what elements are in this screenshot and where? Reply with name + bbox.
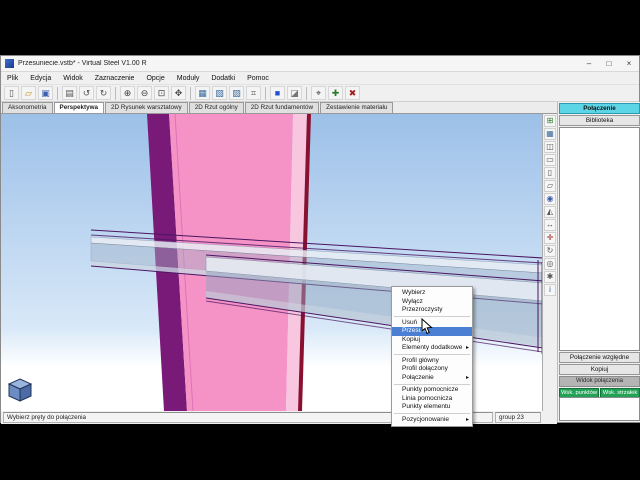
rotate-view-icon[interactable]: ↻ — [544, 245, 556, 257]
settings-icon[interactable]: ✱ — [544, 271, 556, 283]
beam-tool-icon[interactable]: ▭ — [544, 154, 556, 166]
panel-section-label: Widok połączenia — [559, 376, 640, 387]
menu-bar: Plik Edycja Widok Zaznaczenie Opcje Modu… — [1, 72, 639, 85]
tab-bar: Aksonometria Perspektywa 2D Rysunek wars… — [1, 102, 557, 114]
menu-zaznaczenie[interactable]: Zaznaczenie — [89, 72, 141, 85]
connection-tool-icon[interactable]: ⊞ — [544, 115, 556, 127]
tab-2d-rysunek-warsztatowy[interactable]: 2D Rysunek warsztatowy — [105, 102, 188, 113]
context-menu-item-punkty-elementu[interactable]: Punkty elementu — [392, 403, 472, 412]
context-menu-item-pozycjonowanie[interactable]: Pozycjonowanie — [392, 416, 472, 425]
title-bar: Przesuniecie.vstb* - Virtual Steel V1.00… — [1, 56, 639, 72]
context-menu: Wybierz Wyłącz Przezroczysty Usuń Przesu… — [391, 286, 473, 427]
tab-perspektywa[interactable]: Perspektywa — [53, 102, 105, 113]
select-mode-icon[interactable]: ▦ — [195, 86, 210, 100]
toolbar-divider — [265, 86, 266, 100]
maximize-button[interactable]: □ — [599, 56, 619, 72]
context-menu-item-elementy-dodatkowe[interactable]: Elementy dodatkowe — [392, 344, 472, 353]
grid-3d-icon[interactable]: ▦ — [544, 128, 556, 140]
toolbar-divider — [57, 86, 58, 100]
color-swatch-icon[interactable]: ■ — [270, 86, 285, 100]
menu-widok[interactable]: Widok — [57, 72, 88, 85]
side-toolbar: ⊞ ▦ ◫ ▭ ▯ ▱ ◉ ◭ ↔ ✛ ↻ ◎ ✱ i — [543, 114, 557, 411]
context-menu-item-linia-pomocnicza[interactable]: Linia pomocnicza — [392, 395, 472, 404]
zoom-window-icon[interactable]: ⊡ — [154, 86, 169, 100]
toolbar: ▯ ▱ ▣ ▤ ↺ ↻ ⊕ ⊖ ⊡ ✥ ▦ ▧ ▨ ⌗ ■ ◪ ⌖ ✚ ✖ — [1, 85, 639, 102]
grid-icon[interactable]: ⌗ — [246, 86, 261, 100]
zoom-out-icon[interactable]: ⊖ — [137, 86, 152, 100]
toolbar-divider — [306, 86, 307, 100]
new-file-icon[interactable]: ▯ — [4, 86, 19, 100]
profile-tool-icon[interactable]: ◫ — [544, 141, 556, 153]
context-menu-item-przezroczysty[interactable]: Przezroczysty — [392, 306, 472, 315]
copy-button[interactable]: Kopiuj — [559, 364, 640, 375]
wireframe-icon[interactable]: ▧ — [212, 86, 227, 100]
app-window: Przesuniecie.vstb* - Virtual Steel V1.00… — [0, 55, 640, 427]
context-menu-item-profil-glowny[interactable]: Profil główny — [392, 357, 472, 366]
close-button[interactable]: × — [619, 56, 639, 72]
panel-tab-polaczenie[interactable]: Połączenie — [559, 103, 640, 114]
minimize-button[interactable]: – — [579, 56, 599, 72]
redo-icon[interactable]: ↻ — [96, 86, 111, 100]
menu-separator — [394, 413, 470, 414]
menu-edycja[interactable]: Edycja — [24, 72, 57, 85]
open-file-icon[interactable]: ▱ — [21, 86, 36, 100]
status-message: Wybierz pręty do połączenia — [3, 412, 415, 423]
menu-separator — [394, 316, 470, 317]
letterbox: Przesuniecie.vstb* - Virtual Steel V1.00… — [0, 0, 640, 480]
status-bar: Wybierz pręty do połączenia group 23 — [1, 411, 557, 424]
dimension-tool-icon[interactable]: ↔ — [544, 219, 556, 231]
toolbar-divider — [115, 86, 116, 100]
weld-tool-icon[interactable]: ◭ — [544, 206, 556, 218]
column-tool-icon[interactable]: ▯ — [544, 167, 556, 179]
context-menu-item-polaczenie[interactable]: Połączenie — [392, 374, 472, 383]
context-menu-item-kopiuj[interactable]: Kopiuj — [392, 336, 472, 345]
toolbar-divider — [190, 86, 191, 100]
connection-list[interactable] — [559, 127, 640, 351]
relative-connection-button[interactable]: Połączenie względne — [559, 352, 640, 363]
app-icon — [5, 59, 14, 68]
undo-icon[interactable]: ↺ — [79, 86, 94, 100]
panel-tab-biblioteka[interactable]: Biblioteka — [559, 115, 640, 126]
plate-tool-icon[interactable]: ▱ — [544, 180, 556, 192]
secondary-list[interactable] — [559, 397, 640, 421]
axis-tool-icon[interactable]: ✛ — [544, 232, 556, 244]
window-title: Przesuniecie.vstb* - Virtual Steel V1.00… — [18, 60, 147, 67]
measure-icon[interactable]: ⌖ — [311, 86, 326, 100]
context-menu-item-wylacz[interactable]: Wyłącz — [392, 298, 472, 307]
add-element-icon[interactable]: ✚ — [328, 86, 343, 100]
menu-pomoc[interactable]: Pomoc — [241, 72, 275, 85]
mouse-cursor — [421, 318, 433, 335]
menu-separator — [394, 383, 470, 385]
bolt-tool-icon[interactable]: ◉ — [544, 193, 556, 205]
tab-aksonometria[interactable]: Aksonometria — [2, 102, 53, 113]
delete-element-icon[interactable]: ✖ — [345, 86, 360, 100]
context-menu-item-profil-dolaczony[interactable]: Profil dołączony — [392, 365, 472, 374]
shaded-view-icon[interactable]: ▨ — [229, 86, 244, 100]
print-icon[interactable]: ▤ — [62, 86, 77, 100]
menu-opcje[interactable]: Opcje — [140, 72, 170, 85]
menu-separator — [394, 354, 470, 355]
tab-zestawienie-materialu[interactable]: Zestawienie materiału — [320, 102, 394, 113]
menu-dodatki[interactable]: Dodatki — [205, 72, 241, 85]
pan-icon[interactable]: ✥ — [171, 86, 186, 100]
tab-2d-rzut-fundamentow[interactable]: 2D Rzut fundamentów — [244, 102, 320, 113]
menu-moduly[interactable]: Moduły — [171, 72, 206, 85]
save-icon[interactable]: ▣ — [38, 86, 53, 100]
info-icon[interactable]: i — [544, 284, 556, 296]
tab-2d-rzut-ogolny[interactable]: 2D Rzut ogólny — [188, 102, 244, 113]
context-menu-item-wybierz[interactable]: Wybierz — [392, 289, 472, 298]
camera-icon[interactable]: ◎ — [544, 258, 556, 270]
menu-plik[interactable]: Plik — [1, 72, 24, 85]
status-group-field: group 23 — [495, 412, 541, 423]
right-panel: Połączenie Biblioteka Połączenie względn… — [557, 102, 640, 422]
zoom-in-icon[interactable]: ⊕ — [120, 86, 135, 100]
context-menu-item-punkty-pomocnicze[interactable]: Punkty pomocnicze — [392, 386, 472, 395]
render-icon[interactable]: ◪ — [287, 86, 302, 100]
axis-indicator — [7, 378, 33, 402]
